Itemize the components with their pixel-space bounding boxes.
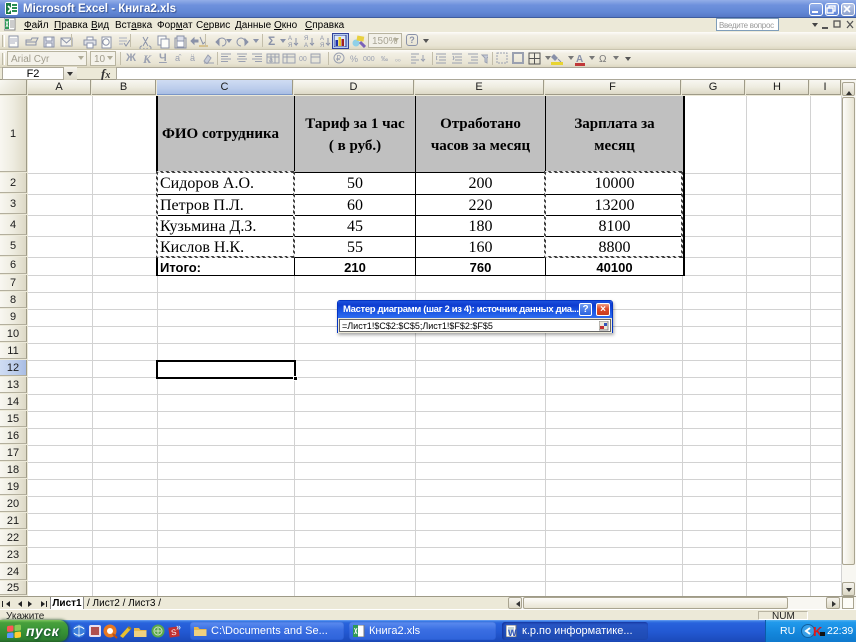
- svg-text:А: А: [288, 36, 292, 42]
- svg-text:а: а: [269, 57, 273, 64]
- svg-text:W: W: [508, 628, 517, 637]
- svg-text:Ω: Ω: [599, 54, 607, 65]
- svg-text:Я: Я: [320, 43, 324, 48]
- svg-text:₀₀: ₀₀: [395, 56, 401, 63]
- svg-text:₽: ₽: [336, 54, 341, 63]
- svg-text:Я: Я: [288, 43, 292, 48]
- svg-text:00: 00: [299, 56, 307, 63]
- svg-text:Я: Я: [304, 36, 308, 42]
- svg-text:000: 000: [363, 56, 375, 63]
- svg-text:А: А: [320, 36, 324, 42]
- svg-text:%: %: [350, 54, 358, 64]
- svg-text:А: А: [304, 43, 308, 48]
- svg-text:‰: ‰: [381, 56, 388, 63]
